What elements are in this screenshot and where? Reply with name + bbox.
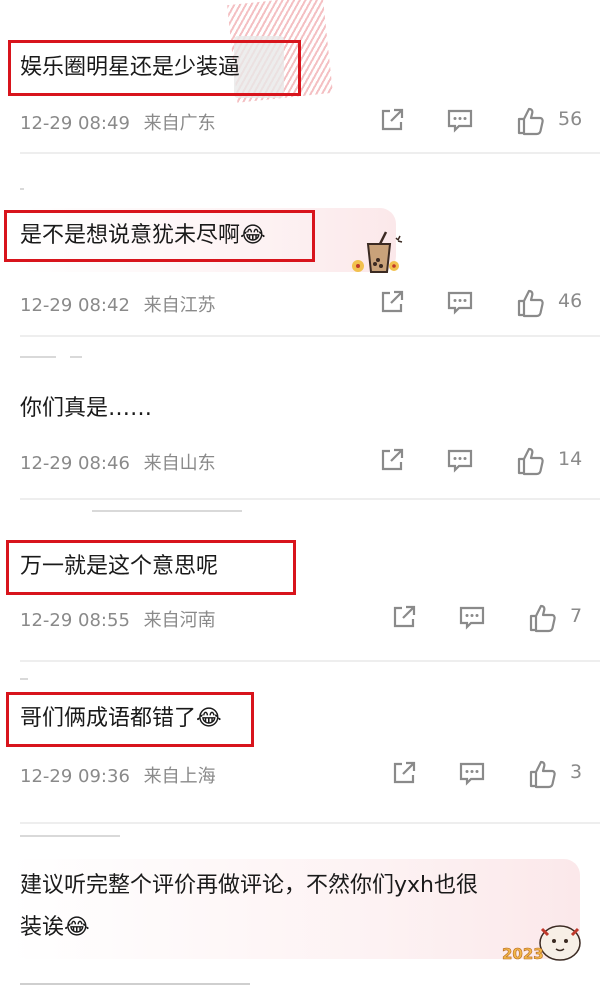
comment-text-body: 装诶: [20, 915, 65, 940]
comment-text-body: 哥们俩成语都错了: [20, 706, 197, 731]
share-icon: [381, 448, 404, 471]
like-count: 14: [558, 448, 583, 470]
comment-actions: 3: [390, 759, 600, 789]
comment-location: 来自江苏: [143, 295, 216, 316]
thumbs-up-icon: [529, 604, 556, 633]
divider: [20, 335, 600, 337]
laughing-emoji-icon: 😂: [64, 915, 90, 940]
comment-item: 娱乐圈明星还是少装逼 12-29 08:49 来自广东 56: [0, 0, 600, 150]
comment-meta: 12-29 08:42 来自江苏: [20, 291, 216, 317]
comment-meta: 12-29 09:36 来自上海: [20, 762, 216, 788]
divider: [20, 152, 600, 154]
comment-item: 哥们俩成语都错了😂 12-29 09:36 来自上海 3: [0, 662, 600, 822]
reply-button[interactable]: [446, 446, 474, 476]
username-placeholder: [92, 510, 242, 512]
comment-text-line1: 建议听完整个评价再做评论，不然你们yxh也很: [20, 873, 478, 898]
share-icon: [393, 605, 416, 628]
divider: [20, 822, 600, 824]
comment-actions: 7: [390, 603, 600, 633]
reply-button[interactable]: [446, 106, 474, 136]
comment-actions: 46: [378, 288, 600, 318]
reply-button[interactable]: [446, 288, 474, 318]
comment-time: 12-29 08:42: [20, 295, 130, 316]
comment-icon: [459, 606, 485, 630]
comment-location: 来自河南: [143, 610, 216, 631]
comment-text-body: 是不是想说意犹未尽啊: [20, 223, 241, 248]
comment-actions: 14: [378, 446, 600, 476]
thumbs-up-icon: [517, 107, 544, 136]
like-count: 7: [570, 605, 583, 627]
laughing-emoji-icon: 😂: [196, 706, 222, 731]
comment-time: 12-29 09:36: [20, 766, 130, 787]
laughing-emoji-icon: 😂: [240, 223, 266, 248]
comment-icon: [447, 449, 473, 473]
username-placeholder: [20, 835, 120, 837]
comment-location: 来自山东: [143, 453, 216, 474]
thumbs-up-icon: [529, 760, 556, 789]
cut-off-meta: [20, 983, 250, 985]
share-button[interactable]: [378, 288, 406, 318]
comment-text: 哥们俩成语都错了😂: [20, 704, 222, 734]
comment-item: 是不是想说意犹未尽啊😂 12-29 08:42 来自江苏 46: [0, 155, 600, 335]
share-icon: [393, 761, 416, 784]
comment-time: 12-29 08:46: [20, 453, 130, 474]
comment-meta: 12-29 08:55 来自河南: [20, 606, 216, 632]
share-button[interactable]: [390, 759, 418, 789]
thumbs-up-icon: [517, 447, 544, 476]
comment-actions: 56: [378, 106, 600, 136]
share-button[interactable]: [390, 603, 418, 633]
share-icon: [381, 108, 404, 131]
share-icon: [381, 290, 404, 313]
username-placeholder: [20, 356, 56, 358]
comment-item: 万一就是这个意思呢 12-29 08:55 来自河南 7: [0, 500, 600, 660]
comment-text: 你们真是……: [20, 396, 153, 421]
reply-button[interactable]: [458, 759, 486, 789]
comment-feed: 娱乐圈明星还是少装逼 12-29 08:49 来自广东 56 是不是想说意犹未尽…: [0, 0, 600, 987]
comment-icon: [447, 109, 473, 133]
like-button[interactable]: 3: [528, 759, 600, 789]
comment-icon: [459, 762, 485, 786]
comment-text: 是不是想说意犹未尽啊😂: [20, 221, 266, 251]
like-button[interactable]: 56: [516, 106, 600, 136]
like-button[interactable]: 46: [516, 288, 600, 318]
comment-meta: 12-29 08:49 来自广东: [20, 109, 216, 135]
comment-icon: [447, 291, 473, 315]
sticker-year-text: 2023: [502, 945, 544, 963]
username-placeholder: [20, 188, 24, 190]
username-placeholder: [70, 356, 82, 358]
share-button[interactable]: [378, 446, 406, 476]
like-count: 46: [558, 290, 583, 312]
comment-time: 12-29 08:55: [20, 610, 130, 631]
comment-text-line2: 装诶😂: [20, 913, 90, 943]
like-button[interactable]: 7: [528, 603, 600, 633]
comment-meta: 12-29 08:46 来自山东: [20, 449, 216, 475]
like-count: 56: [558, 108, 583, 130]
username-placeholder: [20, 678, 28, 680]
comment-location: 来自上海: [143, 766, 216, 787]
comment-item: 建议听完整个评价再做评论，不然你们yxh也很 装诶😂 2023: [0, 825, 600, 987]
comment-location: 来自广东: [143, 113, 216, 134]
comment-text: 娱乐圈明星还是少装逼: [20, 55, 241, 80]
comment-item: 你们真是…… 12-29 08:46 来自山东 14: [0, 338, 600, 498]
like-count: 3: [570, 761, 583, 783]
reply-button[interactable]: [458, 603, 486, 633]
new-year-sticker-icon: 2023: [498, 921, 590, 971]
share-button[interactable]: [378, 106, 406, 136]
comment-time: 12-29 08:49: [20, 113, 130, 134]
like-button[interactable]: 14: [516, 446, 600, 476]
comment-text: 万一就是这个意思呢: [20, 554, 219, 579]
thumbs-up-icon: [517, 289, 544, 318]
bubble-tea-sticker-icon: [346, 230, 406, 278]
